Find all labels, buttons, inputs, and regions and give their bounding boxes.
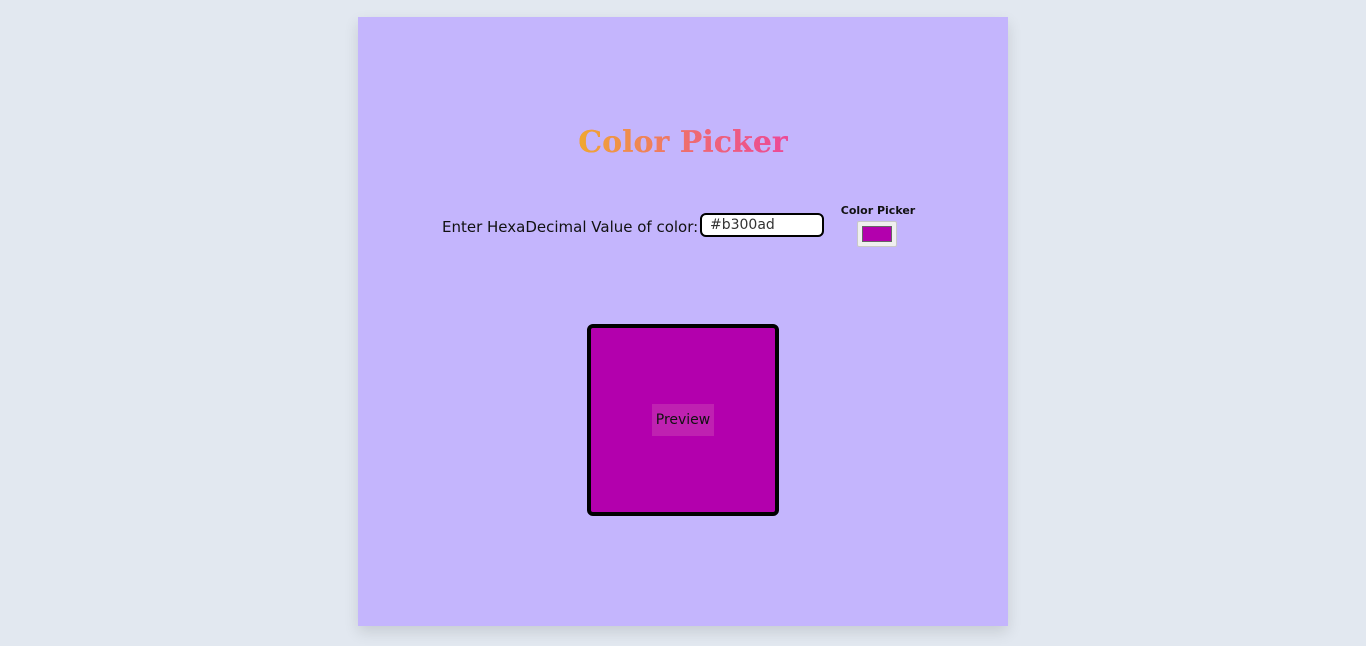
color-picker-swatch: [862, 226, 892, 242]
color-preview-box: Preview: [587, 324, 779, 516]
color-picker-input[interactable]: [857, 221, 897, 247]
hex-value-input[interactable]: [700, 213, 824, 237]
hex-value-label: Enter HexaDecimal Value of color:: [442, 218, 699, 236]
preview-label: Preview: [651, 404, 715, 436]
page-title: Color Picker: [358, 123, 1008, 163]
color-picker-label: Color Picker: [840, 204, 916, 217]
color-picker-card: Color Picker Enter HexaDecimal Value of …: [358, 17, 1008, 626]
